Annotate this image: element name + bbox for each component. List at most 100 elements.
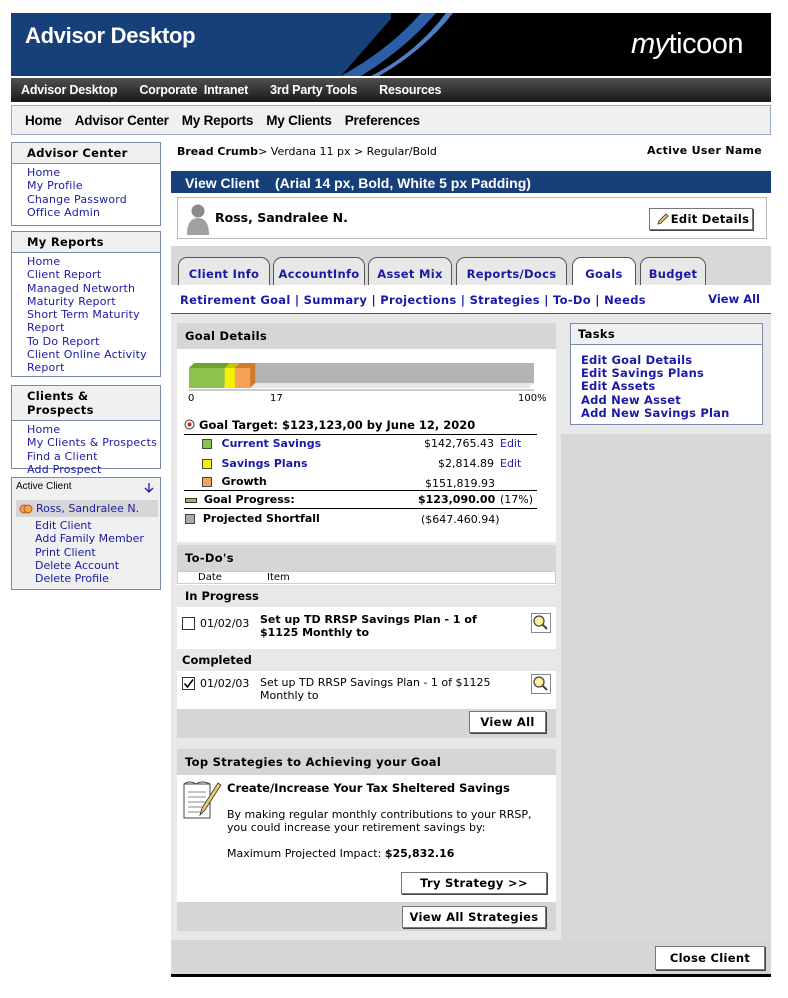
add-family-member-link[interactable]: Add Family Member bbox=[35, 532, 144, 545]
completed-item-line1: Set up TD RRSP Savings Plan - 1 of $1125 bbox=[260, 676, 491, 689]
subnav-view-all[interactable]: View All bbox=[708, 292, 760, 306]
advisor-center-panel: Advisor Center Home My Profile Change Pa… bbox=[11, 142, 161, 226]
try-strategy-button[interactable]: Try Strategy >> bbox=[401, 872, 547, 894]
person-icon bbox=[187, 204, 209, 235]
sidebar-link-short-term-maturity-report[interactable]: Report bbox=[27, 321, 160, 334]
magnifier-icon[interactable] bbox=[531, 674, 551, 694]
current-savings-value: $142,765.43 bbox=[424, 437, 494, 450]
close-client-button[interactable]: Close Client bbox=[655, 946, 765, 970]
main-nav-advisor-center[interactable]: Advisor Center bbox=[75, 113, 169, 128]
delete-profile-link[interactable]: Delete Profile bbox=[35, 572, 144, 585]
strategy-impact: Maximum Projected Impact: $25,832.16 bbox=[227, 847, 454, 860]
bar-label-max: 100% bbox=[518, 393, 547, 404]
current-savings-link[interactable]: Current Savings bbox=[222, 437, 322, 450]
breadcrumb-label: Bread Crumb bbox=[177, 145, 259, 158]
client-header-row: Ross, Sandralee N. Edit Details bbox=[177, 197, 767, 239]
sidebar-link-client-online-activity[interactable]: Client Online Activity bbox=[27, 348, 160, 361]
current-savings-row: Current Savings bbox=[202, 437, 321, 450]
col-item: Item bbox=[267, 572, 290, 583]
active-client-name-text: Ross, Sandralee N. bbox=[36, 502, 140, 515]
savings-plans-link[interactable]: Savings Plans bbox=[222, 457, 308, 470]
tab-asset-mix[interactable]: Asset Mix bbox=[368, 257, 452, 285]
sidebar-link-find-client[interactable]: Find a Client bbox=[27, 450, 160, 463]
delete-account-link[interactable]: Delete Account bbox=[35, 559, 144, 572]
tab-account-info[interactable]: AccountInfo bbox=[273, 257, 365, 285]
goal-details-title: Goal Details bbox=[177, 323, 556, 349]
in-progress-item: Set up TD RRSP Savings Plan - 1 of $1125… bbox=[260, 613, 477, 639]
in-progress-date: 01/02/03 bbox=[200, 617, 250, 630]
savings-plans-edit[interactable]: Edit bbox=[500, 457, 521, 470]
edit-details-button[interactable]: Edit Details bbox=[649, 208, 753, 230]
view-all-strategies-button[interactable]: View All Strategies bbox=[402, 906, 546, 928]
tab-goals[interactable]: Goals bbox=[572, 257, 636, 286]
sidebar-link-my-profile[interactable]: My Profile bbox=[27, 179, 160, 192]
completed-item-line2: Monthly to bbox=[260, 689, 319, 702]
sidebar-link-reports-home[interactable]: Home bbox=[27, 255, 160, 268]
family-icon bbox=[19, 504, 33, 514]
savings-plans-value: $2,814.89 bbox=[438, 457, 494, 470]
main-nav-home[interactable]: Home bbox=[25, 113, 62, 128]
savings-plans-swatch bbox=[202, 459, 212, 469]
goal-subnav: Retirement Goal | Summary | Projections … bbox=[171, 285, 771, 314]
active-user-name[interactable]: Active User Name bbox=[647, 144, 762, 157]
collapse-arrow-icon[interactable] bbox=[143, 482, 155, 494]
sidebar-link-managed-networth[interactable]: Managed Networth bbox=[27, 282, 160, 295]
todo-view-all-button[interactable]: View All bbox=[469, 711, 546, 733]
top-nav-corporate-intranet[interactable]: Corporate Intranet bbox=[139, 83, 248, 97]
completed-date: 01/02/03 bbox=[200, 677, 250, 690]
tab-budget[interactable]: Budget bbox=[640, 257, 706, 285]
main-nav-my-clients[interactable]: My Clients bbox=[266, 113, 332, 128]
sidebar-link-change-password[interactable]: Change Password bbox=[27, 193, 160, 206]
tasks-title: Tasks bbox=[571, 324, 762, 345]
in-progress-checkbox[interactable] bbox=[182, 617, 195, 630]
edit-details-label: Edit Details bbox=[670, 212, 750, 226]
view-client-title: View Client (Arial 14 px, Bold, White 5 … bbox=[171, 171, 771, 193]
task-add-new-asset[interactable]: Add New Asset bbox=[581, 393, 730, 407]
sidebar-link-clients-home[interactable]: Home bbox=[27, 423, 160, 436]
panel-title: Clients & Prospects bbox=[12, 386, 160, 421]
todo-column-header: Date Item bbox=[177, 571, 556, 584]
print-client-link[interactable]: Print Client bbox=[35, 546, 144, 559]
active-client-name[interactable]: Ross, Sandralee N. bbox=[16, 500, 158, 517]
main-nav-preferences[interactable]: Preferences bbox=[345, 113, 420, 128]
shortfall-swatch bbox=[185, 514, 195, 524]
breadcrumb-text: Verdana 11 px > Regular/Bold bbox=[270, 145, 437, 158]
sidebar-link-office-admin[interactable]: Office Admin bbox=[27, 206, 160, 219]
savings-plans-row: Savings Plans bbox=[202, 457, 308, 470]
sidebar-link-home[interactable]: Home bbox=[27, 166, 160, 179]
top-nav-advisor-desktop[interactable]: Advisor Desktop bbox=[21, 83, 118, 97]
completed-item: Set up TD RRSP Savings Plan - 1 of $1125… bbox=[260, 676, 491, 702]
goal-progress-value: $123,090.00 bbox=[418, 493, 496, 506]
shortfall-value: ($647.460.94) bbox=[421, 513, 500, 526]
sidebar-link-client-online-activity-report[interactable]: Report bbox=[27, 361, 160, 374]
sidebar-link-maturity-report[interactable]: Maturity Report bbox=[27, 295, 160, 308]
main-nav-my-reports[interactable]: My Reports bbox=[182, 113, 254, 128]
strategies-panel: Top Strategies to Achieving your Goal Cr… bbox=[177, 749, 556, 931]
task-add-new-savings-plan[interactable]: Add New Savings Plan bbox=[581, 406, 730, 420]
tab-reports-docs[interactable]: Reports/Docs bbox=[456, 257, 567, 285]
top-nav-3rd-party-tools[interactable]: 3rd Party Tools bbox=[270, 83, 357, 97]
sidebar-link-client-report[interactable]: Client Report bbox=[27, 268, 160, 281]
task-edit-assets[interactable]: Edit Assets bbox=[581, 380, 730, 393]
right-column-bg bbox=[561, 434, 771, 940]
brand-logo: myticoon bbox=[630, 28, 744, 60]
edit-client-link[interactable]: Edit Client bbox=[35, 519, 144, 532]
completed-checkbox[interactable] bbox=[182, 677, 195, 690]
current-savings-edit[interactable]: Edit bbox=[500, 437, 521, 450]
strategy-desc: By making regular monthly contributions … bbox=[227, 808, 532, 834]
sidebar-link-add-prospect[interactable]: Add Prospect bbox=[27, 463, 160, 476]
strategy-heading: Create/Increase Your Tax Sheltered Savin… bbox=[227, 781, 510, 795]
bar-segment-green bbox=[189, 368, 225, 388]
top-nav-resources[interactable]: Resources bbox=[379, 83, 441, 97]
magnifier-icon[interactable] bbox=[531, 613, 551, 633]
shortfall-row: Projected Shortfall bbox=[185, 512, 320, 525]
sidebar-link-short-term-maturity[interactable]: Short Term Maturity bbox=[27, 308, 160, 321]
goal-target-text: Goal Target: $123,123,00 by June 12, 202… bbox=[199, 418, 476, 432]
bar-label-mid: 17 bbox=[270, 393, 283, 404]
subnav-links[interactable]: Retirement Goal | Summary | Projections … bbox=[180, 293, 646, 307]
col-date: Date bbox=[198, 572, 222, 583]
bar-segment-orange bbox=[234, 368, 251, 388]
sidebar-link-my-clients-prospects[interactable]: My Clients & Prospects bbox=[27, 436, 160, 449]
sidebar-link-to-do-report[interactable]: To Do Report bbox=[27, 335, 160, 348]
tab-client-info[interactable]: Client Info bbox=[178, 257, 270, 285]
